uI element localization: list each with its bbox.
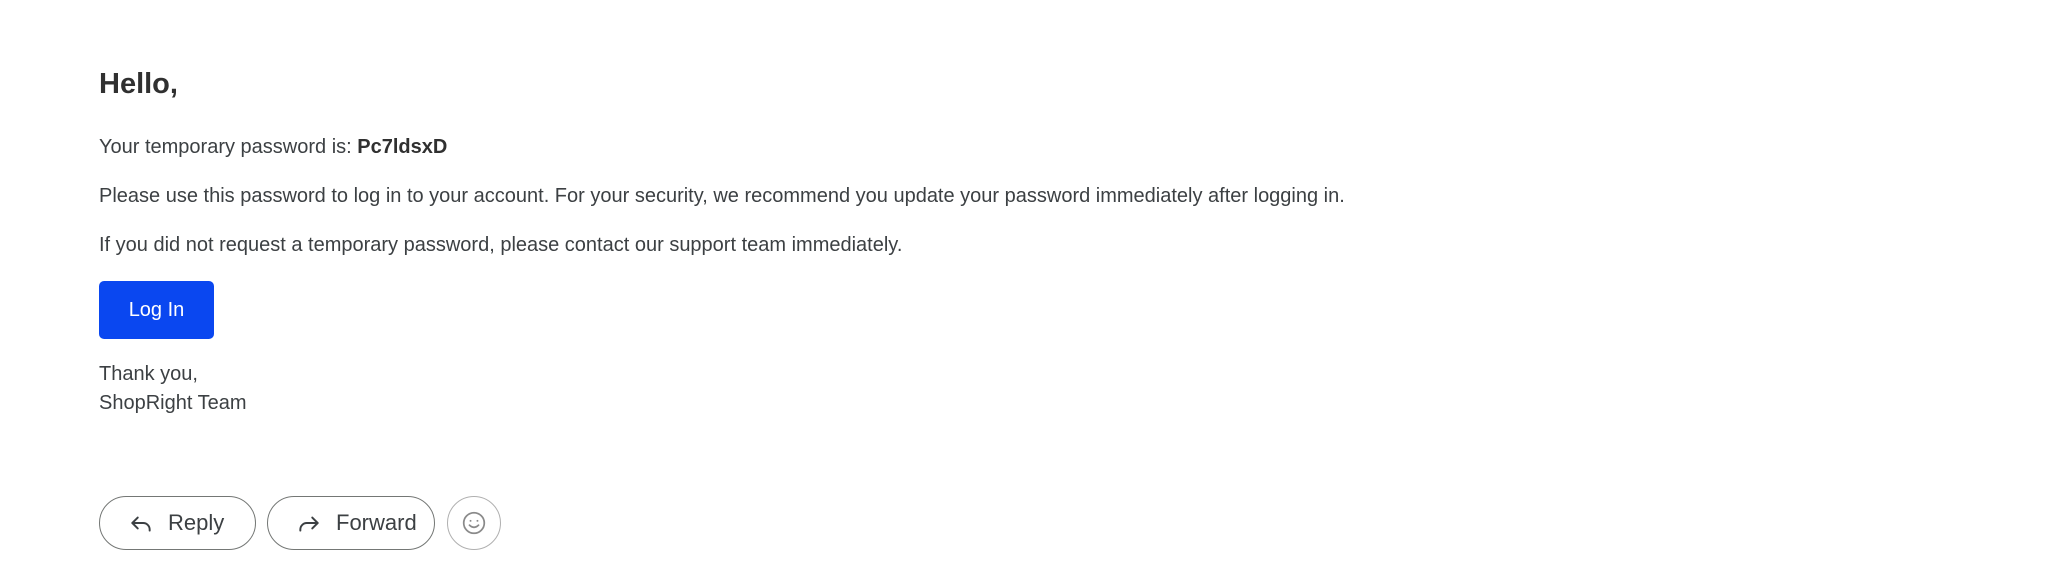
emoji-reaction-button[interactable] [447,496,501,550]
password-prefix: Your temporary password is: [99,136,358,158]
forward-label: Forward [336,510,417,535]
temporary-password-line: Your temporary password is: Pc7ldsxD [99,136,447,159]
greeting-heading: Hello, [99,68,178,100]
signoff-thanks: Thank you, [99,363,198,385]
reply-icon [128,510,154,536]
forward-icon [296,510,322,536]
forward-button[interactable]: Forward [267,496,435,550]
log-in-button[interactable]: Log In [99,281,214,339]
emoji-icon [461,510,487,536]
instruction-text: Please use this password to log in to yo… [99,185,1345,207]
temporary-password-value: Pc7ldsxD [357,136,448,158]
reply-button[interactable]: Reply [99,496,256,550]
signoff-sender: ShopRight Team [99,392,247,414]
security-warning-text: If you did not request a temporary passw… [99,234,903,256]
reply-label: Reply [168,510,225,535]
